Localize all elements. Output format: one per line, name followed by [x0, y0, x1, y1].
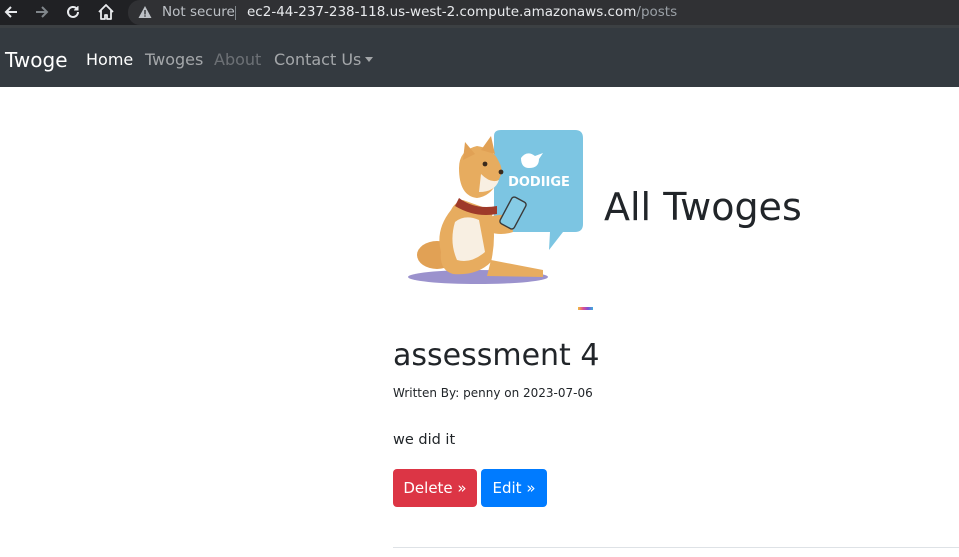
delete-button[interactable]: Delete »: [393, 469, 477, 507]
caret-down-icon: [365, 57, 374, 62]
logo-color-strip: [578, 307, 593, 310]
arrow-left-icon: [4, 6, 17, 18]
logo-text: DODIIGE: [508, 175, 570, 190]
security-label[interactable]: Not secure: [162, 4, 235, 20]
twoge-logo: DODIIGE: [393, 110, 593, 310]
nav-link-about: About: [214, 50, 262, 69]
navbar-brand[interactable]: Twoge: [5, 48, 68, 72]
url-text[interactable]: ec2-44-237-238-118.us-west-2.compute.ama…: [247, 4, 677, 20]
url-host: ec2-44-237-238-118.us-west-2.compute.ama…: [247, 4, 637, 20]
post-meta: Written By: penny on 2023-07-06: [393, 386, 593, 400]
nav-link-twoges[interactable]: Twoges: [145, 50, 203, 69]
url-path: /posts: [636, 4, 678, 20]
omnibox-divider: [235, 6, 236, 20]
back-button[interactable]: [0, 2, 22, 22]
nav-dropdown-contact-label: Contact Us: [274, 50, 362, 69]
home-icon: [98, 4, 114, 20]
post-divider: [393, 547, 959, 548]
reload-button[interactable]: [62, 2, 84, 22]
page-title: All Twoges: [604, 185, 802, 229]
home-button[interactable]: [95, 2, 117, 22]
nav-dropdown-contact[interactable]: Contact Us: [274, 50, 374, 69]
arrow-right-icon: [36, 6, 49, 18]
edit-button[interactable]: Edit »: [481, 469, 547, 507]
site-navbar: Twoge Home Twoges About Contact Us: [0, 28, 959, 87]
browser-toolbar: Not secure ec2-44-237-238-118.us-west-2.…: [0, 0, 959, 25]
post-title: assessment 4: [393, 338, 600, 373]
nav-link-home[interactable]: Home: [86, 50, 133, 69]
address-bar[interactable]: Not secure ec2-44-237-238-118.us-west-2.…: [128, 0, 959, 25]
forward-button[interactable]: [31, 2, 53, 22]
post-body: we did it: [393, 432, 456, 448]
reload-icon: [67, 5, 79, 18]
warning-icon[interactable]: [138, 5, 152, 19]
